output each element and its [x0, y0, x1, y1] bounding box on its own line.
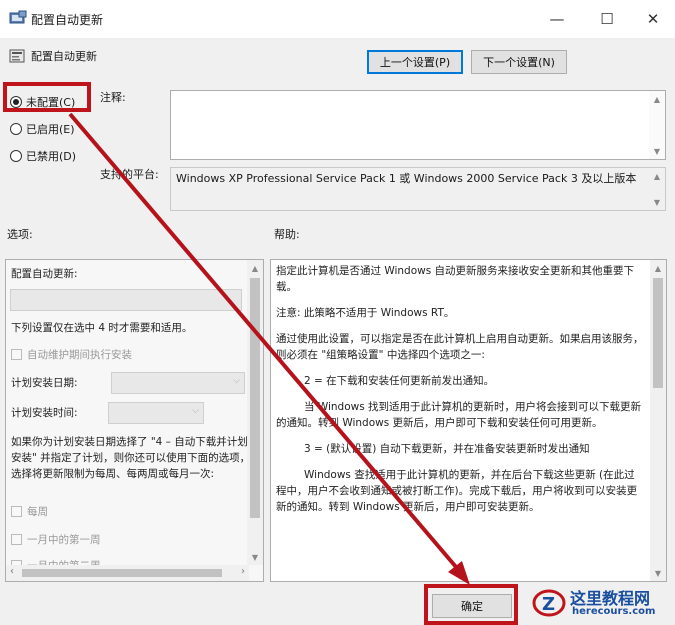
annotation-arrow — [68, 112, 470, 585]
arrow-head-icon — [448, 561, 470, 585]
watermark: Z 这里教程网 herecours.com — [532, 585, 672, 621]
svg-text:Z: Z — [542, 594, 555, 615]
arrow-line — [68, 112, 464, 576]
watermark-logo-icon: Z — [532, 589, 566, 617]
watermark-url: herecours.com — [572, 606, 656, 617]
